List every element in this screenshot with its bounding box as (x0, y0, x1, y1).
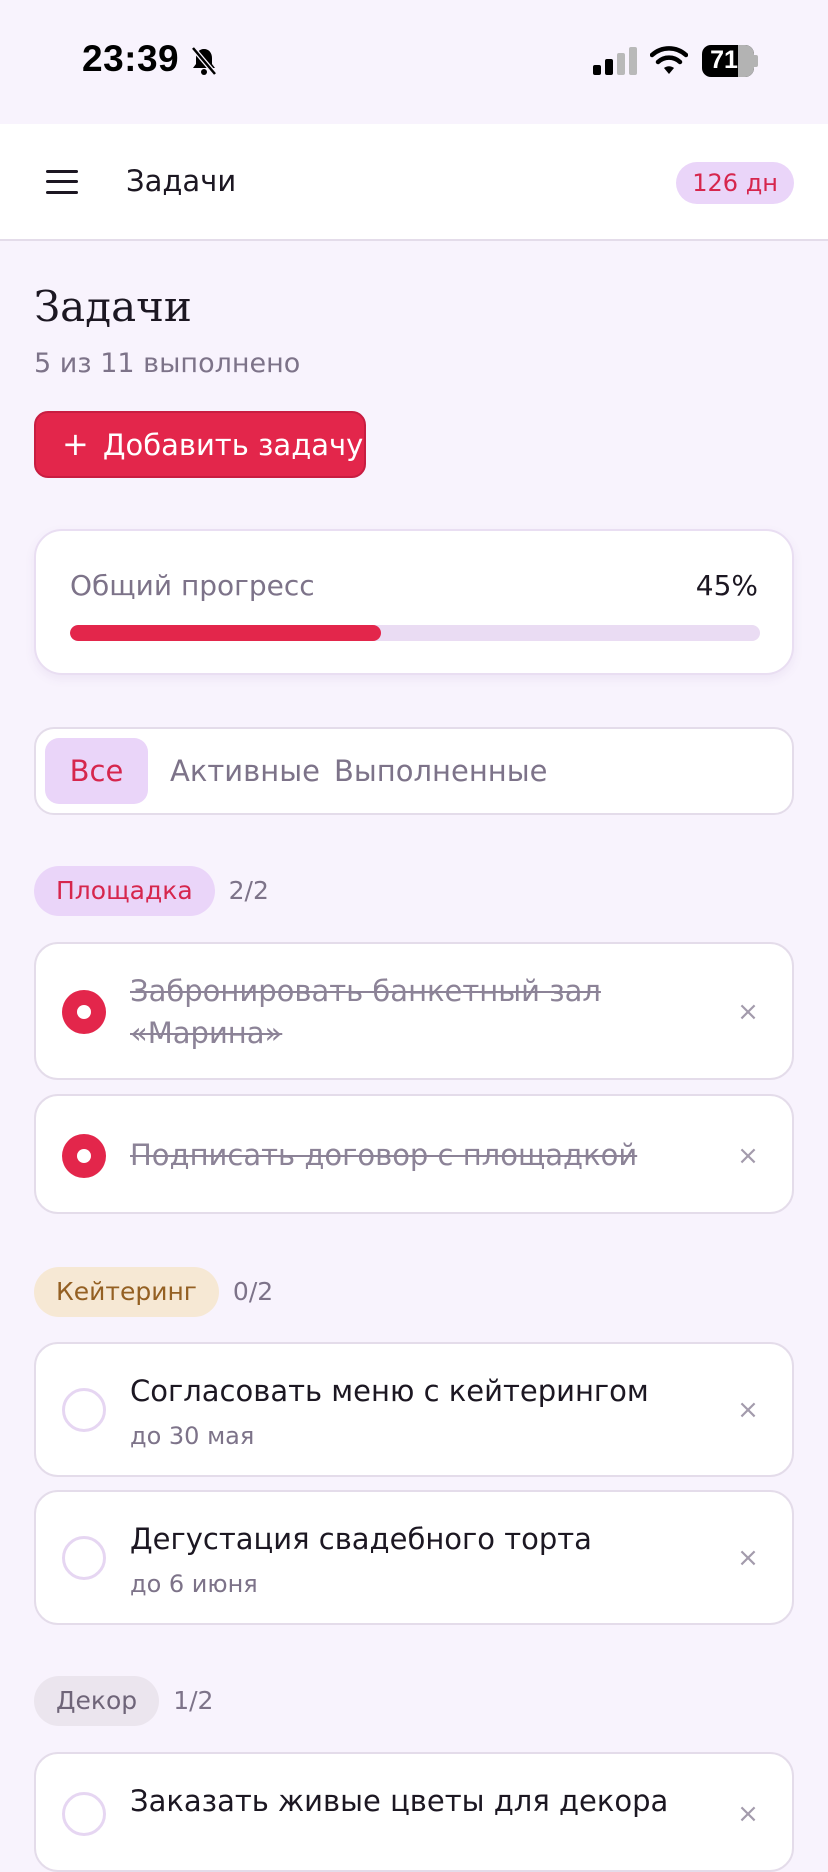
task-checkbox-unchecked[interactable] (62, 1792, 106, 1836)
remove-task-icon[interactable]: × (734, 1800, 762, 1828)
status-time: 23:39 (82, 38, 180, 79)
task-checkbox-checked[interactable] (62, 1134, 106, 1178)
group-count-venue: 2/2 (228, 876, 269, 905)
bell-slash-icon (191, 46, 217, 76)
category-chip-catering: Кейтеринг (34, 1267, 219, 1317)
hamburger-menu-icon[interactable] (46, 168, 78, 196)
tab-done[interactable]: Выполненные (334, 738, 548, 804)
remove-task-icon[interactable]: × (734, 1396, 762, 1424)
cellular-signal-icon (593, 47, 637, 75)
page-title: Задачи (34, 282, 192, 331)
app-bar: Задачи 126 дн (0, 124, 828, 241)
group-header-catering: Кейтеринг 0/2 (34, 1267, 273, 1317)
remove-task-icon[interactable]: × (734, 998, 762, 1026)
wifi-icon (650, 46, 688, 74)
task-title: Забронировать банкетный зал «Марина» (130, 974, 601, 1050)
task-item: Заказать живые цветы для декора × (34, 1752, 794, 1872)
progress-label: Общий прогресс (70, 569, 315, 602)
category-chip-venue: Площадка (34, 866, 215, 916)
task-item: Подписать договор с площадкой × (34, 1094, 794, 1214)
task-title: Подписать договор с площадкой (130, 1138, 638, 1172)
group-count-catering: 0/2 (232, 1277, 274, 1306)
progress-fill (70, 625, 381, 641)
task-checkbox-unchecked[interactable] (62, 1536, 106, 1580)
days-left-badge: 126 дн (676, 162, 794, 204)
task-title: Согласовать меню с кейтерингом (130, 1374, 649, 1408)
status-bar: 23:39 71 (0, 0, 828, 124)
task-due-date: до 6 июня (130, 1570, 258, 1598)
tab-active[interactable]: Активные (170, 738, 320, 804)
category-chip-decor: Декор (34, 1676, 160, 1726)
progress-track (70, 625, 760, 641)
filter-tabs: Все Активные Выполненные (34, 727, 794, 815)
group-header-venue: Площадка 2/2 (34, 866, 269, 916)
task-checkbox-unchecked[interactable] (62, 1388, 106, 1432)
progress-card: Общий прогресс 45% (34, 529, 794, 675)
group-count-decor: 1/2 (173, 1686, 214, 1715)
add-task-label: Добавить задачу (102, 428, 364, 462)
task-due-date: до 30 мая (130, 1422, 255, 1450)
battery-icon: 71 (702, 45, 758, 77)
tab-all[interactable]: Все (45, 738, 148, 804)
task-checkbox-checked[interactable] (62, 990, 106, 1034)
progress-value: 45% (695, 569, 758, 602)
task-item: Забронировать банкетный зал «Марина» × (34, 942, 794, 1080)
remove-task-icon[interactable]: × (734, 1142, 762, 1170)
task-title: Дегустация свадебного торта (130, 1522, 592, 1556)
app-bar-title: Задачи (126, 164, 237, 198)
remove-task-icon[interactable]: × (734, 1544, 762, 1572)
task-item: Дегустация свадебного торта до 6 июня × (34, 1490, 794, 1625)
add-task-button[interactable]: + Добавить задачу (34, 411, 366, 478)
page-subtitle: 5 из 11 выполнено (34, 348, 301, 379)
group-header-decor: Декор 1/2 (34, 1676, 213, 1726)
plus-icon: + (62, 425, 89, 463)
task-item: Согласовать меню с кейтерингом до 30 мая… (34, 1342, 794, 1477)
battery-level: 71 (710, 46, 738, 74)
task-title: Заказать живые цветы для декора (130, 1784, 669, 1818)
